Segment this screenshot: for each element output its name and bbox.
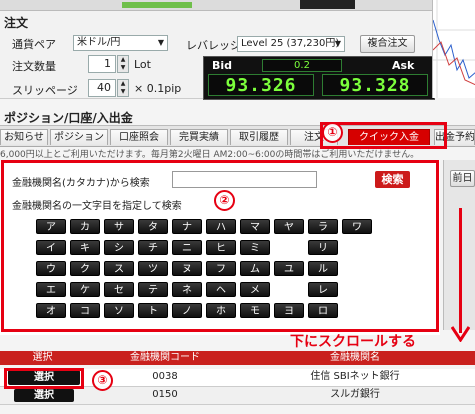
ask-label: Ask bbox=[392, 59, 415, 72]
bid-label: Bid bbox=[212, 59, 233, 72]
position-title: ポジション/口座/入出金 bbox=[4, 111, 133, 125]
spread-value: 0.2 bbox=[262, 59, 342, 72]
top-strip bbox=[0, 0, 475, 11]
scroll-arrow-shaft bbox=[459, 208, 462, 333]
ask-price: 93.328 bbox=[339, 75, 411, 96]
qty-stepper[interactable]: ▲ ▼ bbox=[117, 55, 129, 73]
status-bar bbox=[122, 2, 192, 8]
col-select: 選択 bbox=[32, 352, 53, 363]
bid-price: 93.326 bbox=[225, 75, 297, 96]
col-name: 金融機関名 bbox=[330, 352, 380, 363]
tab-settled[interactable]: 完買実績 bbox=[170, 129, 228, 145]
annotation-one: ① bbox=[322, 122, 343, 143]
ticker-box bbox=[300, 0, 355, 9]
bank-name: スルガ銀行 bbox=[330, 389, 380, 400]
notice-text: 6,000円以上とご利用いただけます。毎月第2火曜日 AM2:00~6:00の時… bbox=[0, 150, 420, 158]
pair-select[interactable]: 米ドル/円 ▼ bbox=[73, 35, 168, 51]
select-highlight-frame bbox=[4, 368, 84, 389]
qty-input[interactable]: 1 ▲ ▼ bbox=[88, 55, 129, 73]
qty-unit: Lot bbox=[134, 58, 151, 71]
prev-day-button[interactable]: 前日 bbox=[450, 170, 475, 187]
bank-name: 住信 SBIネット銀行 bbox=[310, 371, 400, 382]
compound-order-button[interactable]: 複合注文 bbox=[360, 35, 415, 53]
bid-button[interactable]: 93.326 bbox=[208, 74, 314, 96]
slippage-label: スリッページ bbox=[12, 84, 78, 97]
slippage-stepper[interactable]: ▲ ▼ bbox=[117, 79, 129, 97]
chevron-down-icon: ▼ bbox=[334, 39, 341, 48]
tab-position[interactable]: ポジション bbox=[50, 129, 108, 145]
mini-chart bbox=[432, 0, 475, 98]
col-code: 金融機関コード bbox=[130, 352, 200, 363]
scroll-instruction: 下にスクロールする bbox=[290, 334, 416, 350]
quote-box: Bid 0.2 Ask 93.326 93.328 bbox=[203, 56, 435, 100]
slippage-input[interactable]: 40 ▲ ▼ bbox=[88, 79, 129, 97]
select-button[interactable]: 選択 bbox=[14, 389, 74, 402]
ask-button[interactable]: 93.328 bbox=[322, 74, 428, 96]
leverage-label: レバレッジ bbox=[186, 39, 241, 52]
bank-code: 0150 bbox=[152, 389, 178, 400]
table-header: 選択 金融機関コード 金融機関名 bbox=[0, 351, 475, 365]
qty-value: 1 bbox=[104, 57, 111, 70]
arrow-down-icon bbox=[451, 326, 470, 342]
search-highlight-frame bbox=[1, 160, 439, 332]
slippage-value: 40 bbox=[97, 81, 111, 94]
slippage-unit: × 0.1pip bbox=[134, 82, 182, 95]
table-row: 選択 0150 スルガ銀行 bbox=[0, 387, 475, 405]
chevron-down-icon: ▼ bbox=[157, 38, 164, 47]
leverage-select[interactable]: Level 25 (37,230円) ▼ bbox=[237, 36, 345, 52]
pair-label: 通貨ペア bbox=[12, 38, 56, 51]
pair-value: 米ドル/円 bbox=[77, 37, 121, 48]
annotation-three: ③ bbox=[92, 370, 113, 391]
tab-account[interactable]: 口座照会 bbox=[110, 129, 168, 145]
tab-notice[interactable]: お知らせ bbox=[0, 129, 48, 145]
qty-label: 注文数量 bbox=[12, 60, 56, 73]
order-title: 注文 bbox=[4, 16, 29, 30]
tab-history[interactable]: 取引履歴 bbox=[230, 129, 288, 145]
chart-lines bbox=[432, 0, 475, 98]
leverage-value: Level 25 (37,230円) bbox=[241, 38, 340, 49]
